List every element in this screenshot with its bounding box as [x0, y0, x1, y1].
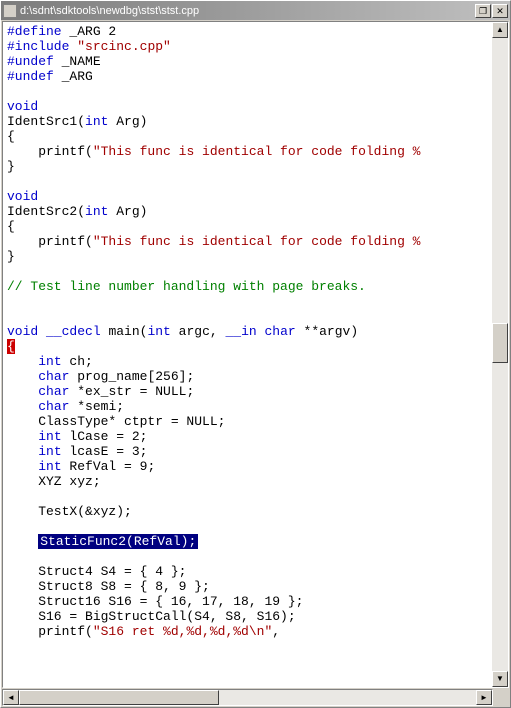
code-token: "srcinc.cpp" [77, 39, 171, 54]
code-token: __cdecl [46, 324, 101, 339]
code-token: Arg) [108, 114, 147, 129]
editor-window: d:\sdnt\sdktools\newdbg\stst\stst.cpp ❐ … [0, 0, 511, 708]
code-token [7, 459, 38, 474]
code-token: #define [7, 24, 62, 39]
code-token: *ex_str = NULL; [69, 384, 194, 399]
code-token: char [38, 384, 69, 399]
code-token: *semi; [69, 399, 124, 414]
file-icon [3, 4, 17, 18]
code-token: prog_name[256]; [69, 369, 194, 384]
code-token [7, 534, 38, 549]
code-token [7, 369, 38, 384]
code-token: { [7, 129, 15, 144]
code-token: int [38, 354, 61, 369]
code-token: void [7, 189, 38, 204]
code-comment: // Test line number handling with page b… [7, 279, 366, 294]
code-token: argc, [171, 324, 226, 339]
code-token: Struct4 S4 = { 4 }; [7, 564, 186, 579]
titlebar-path: d:\sdnt\sdktools\newdbg\stst\stst.cpp [20, 5, 475, 17]
code-token [7, 354, 38, 369]
hscroll-track[interactable] [19, 690, 476, 705]
code-token: **argv) [296, 324, 358, 339]
code-token: "S16 ret %d,%d,%d,%d\n" [93, 624, 272, 639]
code-token: Struct16 S16 = { 16, 17, 18, 19 }; [7, 594, 303, 609]
code-token: "This func is identical for code folding… [93, 234, 421, 249]
code-token: ClassType* ctptr = NULL; [7, 414, 225, 429]
code-token [7, 399, 38, 414]
code-token: _NAME [54, 54, 101, 69]
code-token: int [147, 324, 170, 339]
code-token: int [38, 429, 61, 444]
code-token: int [85, 204, 108, 219]
code-token: } [7, 159, 15, 174]
code-token: #include [7, 39, 69, 54]
horizontal-scrollbar[interactable]: ◄ ► [2, 689, 493, 706]
code-token [38, 324, 46, 339]
hscroll-thumb[interactable] [19, 690, 219, 705]
code-token: Struct8 S8 = { 8, 9 }; [7, 579, 210, 594]
code-token: main( [101, 324, 148, 339]
content-area: #define _ARG 2 #include "srcinc.cpp" #un… [2, 21, 509, 688]
code-token: #undef [7, 69, 54, 84]
scroll-right-button[interactable]: ► [476, 690, 492, 705]
code-token: _ARG 2 [62, 24, 117, 39]
code-token: char [265, 324, 296, 339]
code-token: IdentSrc1( [7, 114, 85, 129]
code-token: printf( [7, 144, 93, 159]
code-token: "This func is identical for code folding… [93, 144, 421, 159]
code-token [7, 444, 38, 459]
code-token: void [7, 99, 38, 114]
code-token: _ARG [54, 69, 93, 84]
window-controls: ❐ ✕ [475, 4, 508, 18]
code-token: RefVal = 9; [62, 459, 156, 474]
code-token: char [38, 369, 69, 384]
code-token: char [38, 399, 69, 414]
code-token: S16 = BigStructCall(S4, S8, S16); [7, 609, 296, 624]
code-token: lcasE = 3; [62, 444, 148, 459]
scrollbar-corner [493, 689, 509, 706]
code-token: int [38, 459, 61, 474]
breakpoint-marker: { [7, 339, 15, 354]
code-token: __in [225, 324, 256, 339]
close-button[interactable]: ✕ [492, 4, 508, 18]
code-token [7, 384, 38, 399]
scroll-left-button[interactable]: ◄ [3, 690, 19, 705]
code-token: XYZ xyz; [7, 474, 101, 489]
scroll-down-button[interactable]: ▼ [492, 671, 508, 687]
scroll-thumb[interactable] [492, 323, 508, 363]
vertical-scrollbar[interactable]: ▲ ▼ [492, 22, 508, 687]
code-token: ch; [62, 354, 93, 369]
current-line-highlight: StaticFunc2(RefVal); [38, 534, 198, 549]
restore-button[interactable]: ❐ [475, 4, 491, 18]
code-token: { [7, 219, 15, 234]
code-token: lCase = 2; [62, 429, 148, 444]
scroll-track[interactable] [492, 38, 508, 671]
code-token: int [38, 444, 61, 459]
code-token: #undef [7, 54, 54, 69]
code-editor[interactable]: #define _ARG 2 #include "srcinc.cpp" #un… [3, 22, 492, 687]
code-token: void [7, 324, 38, 339]
code-token: , [272, 624, 280, 639]
code-token: printf( [7, 234, 93, 249]
titlebar[interactable]: d:\sdnt\sdktools\newdbg\stst\stst.cpp ❐ … [1, 1, 510, 20]
code-token: IdentSrc2( [7, 204, 85, 219]
code-token: int [85, 114, 108, 129]
code-token: } [7, 249, 15, 264]
code-token [257, 324, 265, 339]
scroll-up-button[interactable]: ▲ [492, 22, 508, 38]
code-token: TestX(&xyz); [7, 504, 132, 519]
code-token: Arg) [108, 204, 147, 219]
code-token [7, 429, 38, 444]
bottom-bar: ◄ ► [2, 689, 509, 706]
code-token: printf( [7, 624, 93, 639]
